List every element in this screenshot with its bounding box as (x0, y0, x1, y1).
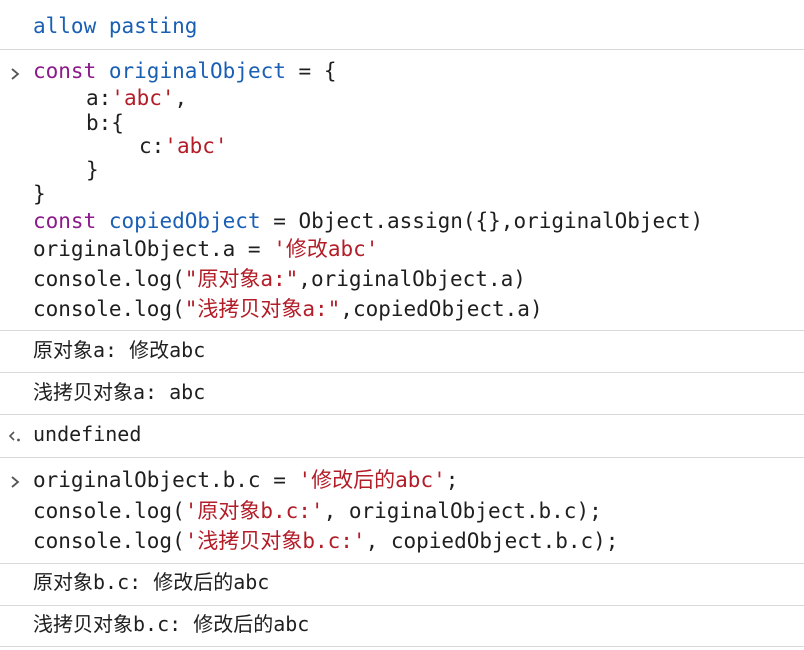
keyword: const (33, 209, 97, 233)
separator (0, 563, 804, 564)
string-literal: '原对象b.c:' (184, 499, 324, 523)
code-line[interactable]: console.log('浅拷贝对象b.c:', copiedObject.b.… (33, 529, 618, 554)
separator (0, 457, 804, 458)
console-log-output: 浅拷贝对象b.c: 修改后的abc (33, 612, 310, 636)
code-text: , originalObject.b.c); (323, 499, 602, 523)
code-text: originalObject.a = (33, 237, 274, 261)
code-line[interactable]: b:{ (86, 111, 124, 136)
code-text: console.log( (33, 297, 185, 321)
code-text: c: (139, 134, 165, 158)
code-text: console.log( (33, 267, 185, 291)
return-value-undefined: undefined (33, 422, 142, 446)
code-text: = { (285, 59, 337, 83)
variable-name: originalObject (108, 59, 286, 83)
code-text: console.log( (33, 499, 185, 523)
code-line[interactable]: c:'abc' (139, 134, 228, 159)
code-line[interactable]: a:'abc', (86, 86, 187, 111)
string-literal: '修改后的abc' (298, 468, 446, 492)
allow-pasting-text: allow pasting (33, 14, 198, 38)
console-log-output: 浅拷贝对象a: abc (33, 380, 206, 404)
variable-name: copiedObject (108, 209, 261, 233)
code-line[interactable]: console.log("浅拷贝对象a:",copiedObject.a) (33, 297, 543, 322)
code-text: , (174, 86, 188, 110)
devtools-console: allow pasting const originalObject = { a… (0, 0, 804, 650)
code-line[interactable]: console.log('原对象b.c:', originalObject.b.… (33, 499, 602, 524)
string-literal: 'abc' (111, 86, 175, 110)
separator (0, 372, 804, 373)
separator (0, 49, 804, 50)
console-log-output: 原对象b.c: 修改后的abc (33, 570, 270, 594)
code-text: a: (86, 86, 112, 110)
code-text: = Object.assign({},originalObject) (260, 209, 704, 233)
separator (0, 646, 804, 647)
code-text: ,copiedObject.a) (340, 297, 543, 321)
code-line[interactable]: } (86, 158, 99, 183)
separator (0, 605, 804, 606)
code-line[interactable]: const copiedObject = Object.assign({},or… (33, 209, 703, 234)
code-text: ,originalObject.a) (298, 267, 526, 291)
separator (0, 414, 804, 415)
input-prompt-chevron-icon (7, 66, 23, 82)
string-literal: 'abc' (164, 134, 228, 158)
code-line[interactable]: const originalObject = { (33, 59, 336, 84)
return-value-arrow-icon (7, 428, 23, 444)
string-literal: "浅拷贝对象a:" (184, 297, 341, 321)
code-line[interactable]: originalObject.b.c = '修改后的abc'; (33, 468, 458, 493)
keyword: const (33, 59, 97, 83)
code-text: ; (445, 468, 459, 492)
code-line[interactable]: } (33, 182, 46, 207)
string-literal: '浅拷贝对象b.c:' (184, 529, 366, 553)
string-literal: "原对象a:" (184, 267, 299, 291)
code-text: console.log( (33, 529, 185, 553)
input-prompt-chevron-icon (7, 474, 23, 490)
code-line[interactable]: console.log("原对象a:",originalObject.a) (33, 267, 526, 292)
code-text: , copiedObject.b.c); (365, 529, 619, 553)
separator (0, 330, 804, 331)
code-text: originalObject.b.c = (33, 468, 299, 492)
console-log-output: 原对象a: 修改abc (33, 338, 206, 362)
code-line[interactable]: originalObject.a = '修改abc' (33, 237, 378, 262)
string-literal: '修改abc' (273, 237, 379, 261)
